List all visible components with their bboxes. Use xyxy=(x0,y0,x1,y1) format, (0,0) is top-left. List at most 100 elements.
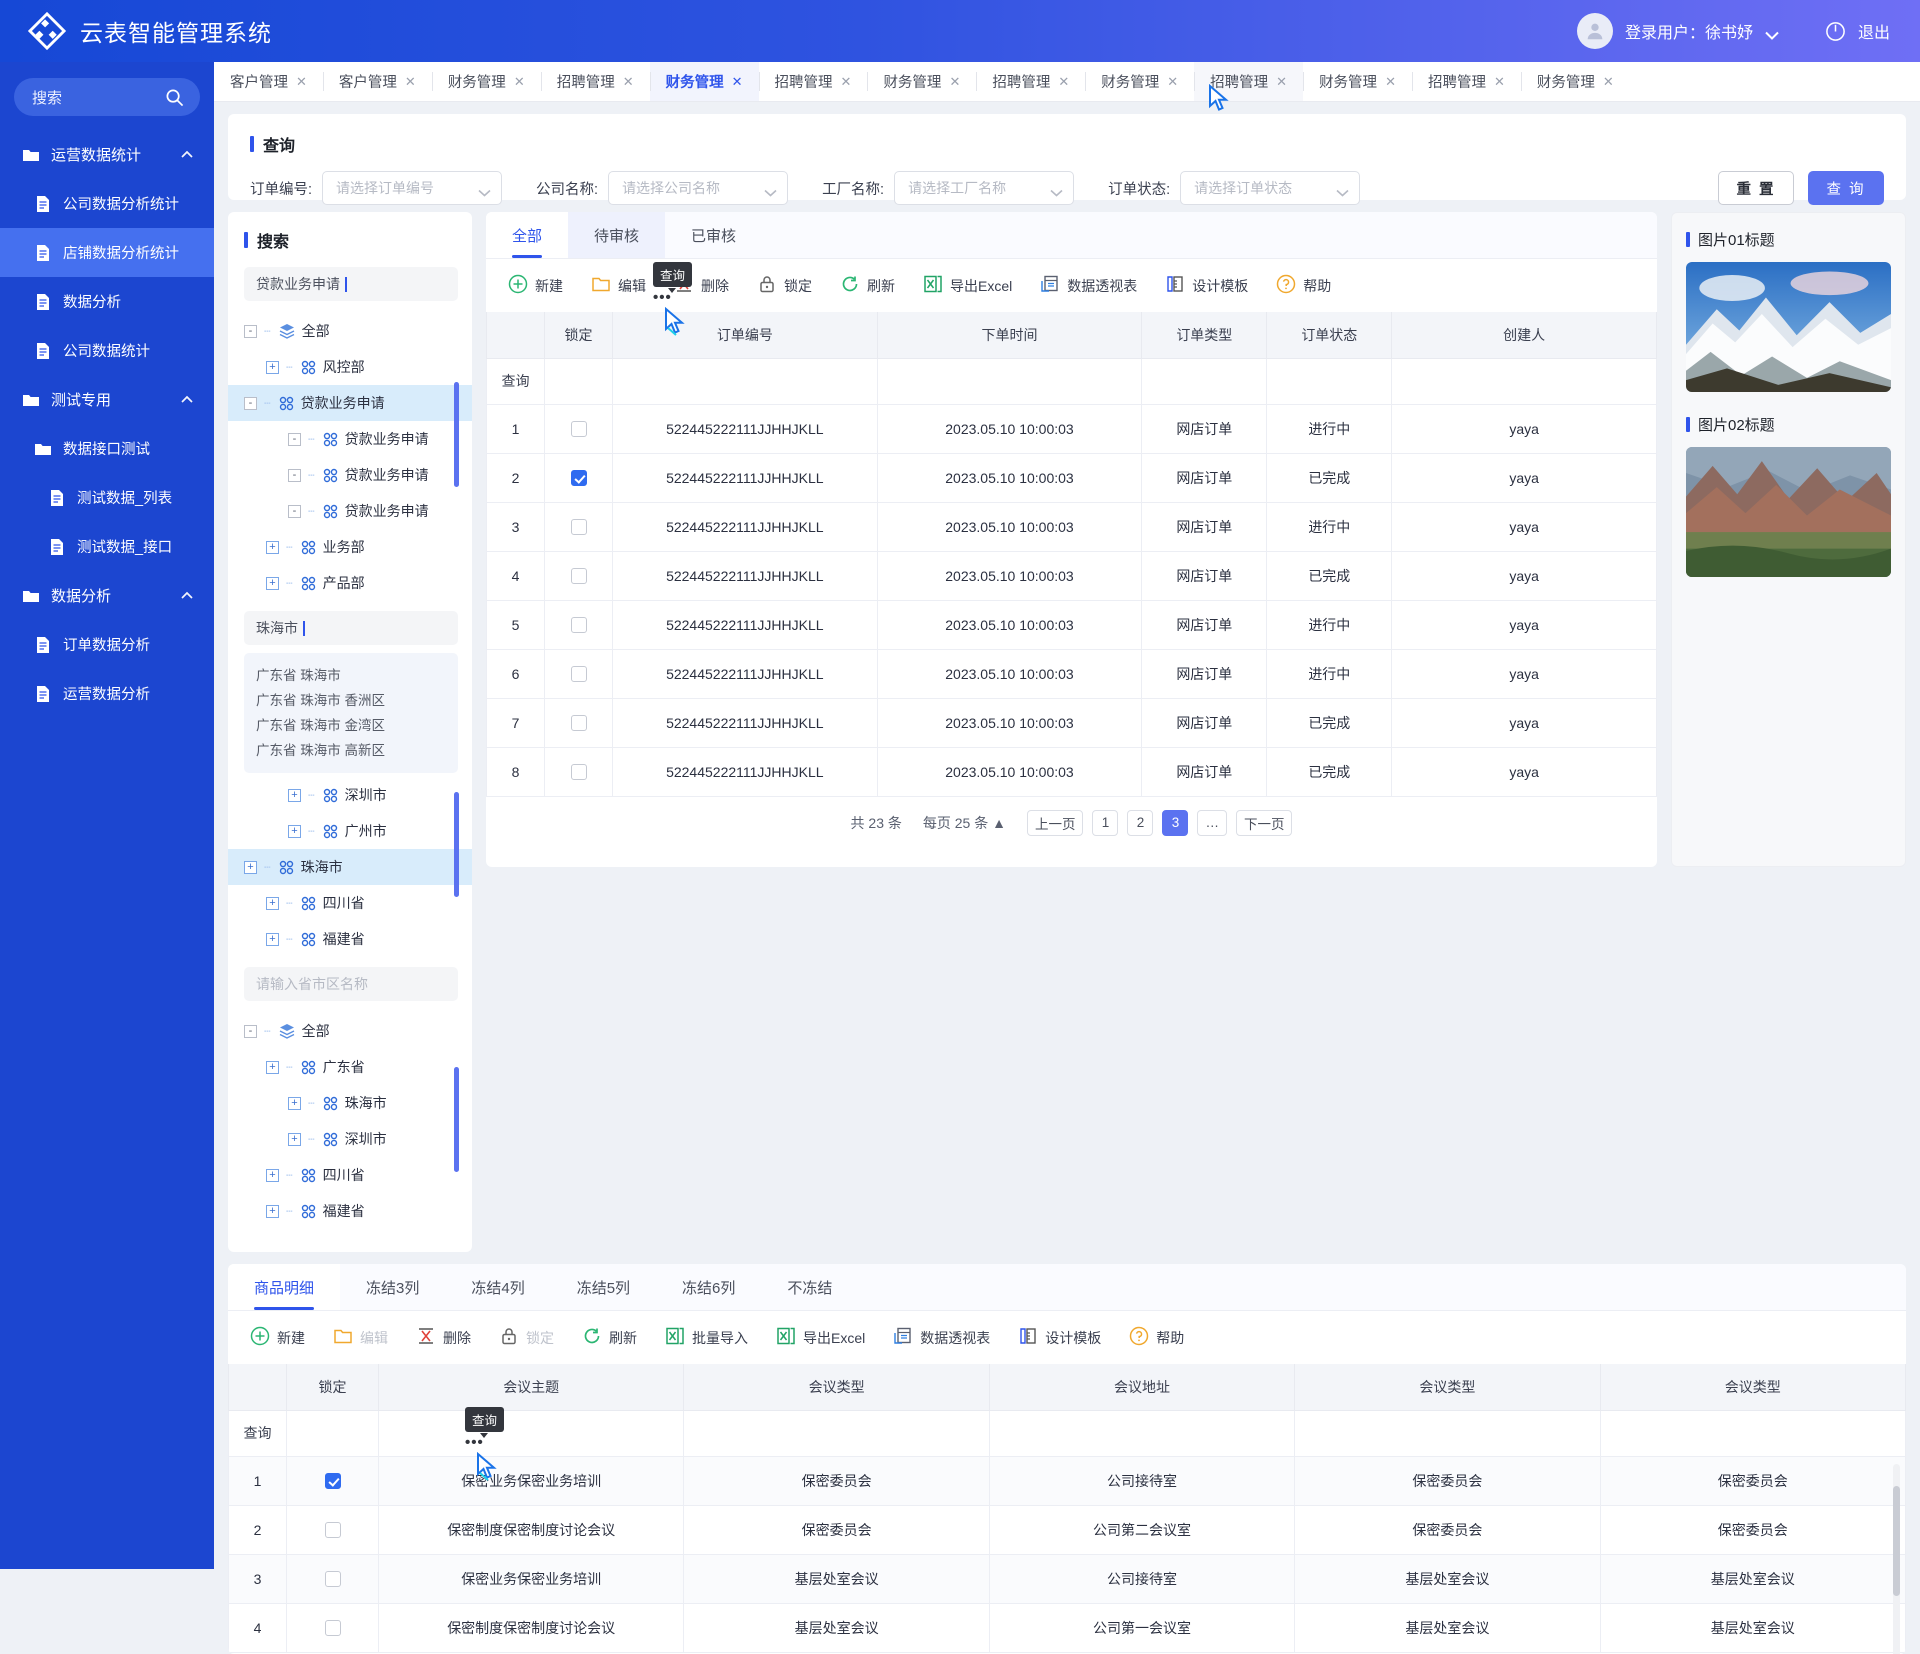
tree-node[interactable]: + ┄ 广东省 xyxy=(244,1049,458,1085)
pager-page-…[interactable]: … xyxy=(1197,809,1227,836)
search-suggestion-list[interactable]: 广东省 珠海市 广东省 珠海市 香洲区 广东省 珠海市 金湾区 广东省 珠海市 … xyxy=(244,653,458,773)
tree-toggle-icon[interactable]: - xyxy=(288,468,301,482)
lock-checkbox[interactable] xyxy=(570,666,587,683)
pager-page-2[interactable]: 2 xyxy=(1127,809,1154,836)
row-checkbox-cell[interactable] xyxy=(544,746,613,797)
sidebar-item-1[interactable]: 公司数据分析统计 xyxy=(0,179,214,228)
lock-checkbox[interactable] xyxy=(324,1620,341,1637)
query-cell[interactable] xyxy=(1391,357,1657,405)
sidebar-item-7[interactable]: 测试数据_列表 xyxy=(0,473,214,522)
panel-tab-4[interactable]: 冻结6列 xyxy=(656,1264,761,1310)
tree-toggle-icon[interactable]: + xyxy=(266,1168,279,1182)
toolbar-刷新[interactable]: 刷新 xyxy=(582,1326,637,1349)
tree-node[interactable]: + ┄ 珠海市 xyxy=(244,1085,458,1121)
tree-toggle-icon[interactable]: + xyxy=(266,896,279,910)
tree-scrollbar-2[interactable] xyxy=(454,792,459,897)
tab-11[interactable]: 招聘管理 ✕ xyxy=(1411,62,1521,101)
tree-search-input-1[interactable]: 贷款业务申请 xyxy=(244,267,458,301)
column-header[interactable] xyxy=(486,312,545,359)
tree-node[interactable]: - ┄ 全部 xyxy=(244,1013,458,1049)
tree-node[interactable]: + ┄ 产品部 xyxy=(244,565,458,601)
toolbar-数据透视表[interactable]: 数据透视表 xyxy=(893,1326,990,1349)
toolbar-导出Excel[interactable]: 导出Excel xyxy=(923,274,1012,297)
sidebar-item-2[interactable]: 店铺数据分析统计 xyxy=(0,228,214,277)
chevron-up-icon[interactable] xyxy=(180,148,194,162)
sidebar-item-10[interactable]: 订单数据分析 xyxy=(0,620,214,669)
column-header[interactable]: 订单编号 xyxy=(612,312,878,359)
tree-node[interactable]: - ┄ 贷款业务申请 xyxy=(244,421,458,457)
lock-checkbox[interactable] xyxy=(570,470,587,487)
panel-tab-2[interactable]: 冻结4列 xyxy=(445,1264,550,1310)
tree-node[interactable]: - ┄ 贷款业务申请 xyxy=(244,493,458,529)
chevron-up-icon[interactable] xyxy=(180,589,194,603)
tree-scrollbar-3[interactable] xyxy=(454,1067,459,1172)
column-header[interactable]: 会议类型 xyxy=(683,1364,990,1411)
query-button[interactable]: 查 询 xyxy=(1808,171,1884,205)
pager-page-3[interactable]: 3 xyxy=(1162,809,1189,836)
lock-checkbox[interactable] xyxy=(570,568,587,585)
tree-toggle-icon[interactable]: + xyxy=(244,860,257,874)
column-header[interactable]: 锁定 xyxy=(286,1364,379,1411)
tree-node[interactable]: - ┄ 贷款业务申请 xyxy=(228,385,472,421)
close-icon[interactable]: ✕ xyxy=(1603,74,1614,90)
tree-search-input-3[interactable]: 请输入省市区名称 xyxy=(244,967,458,1001)
panel-tab-2[interactable]: 已审核 xyxy=(665,212,762,258)
column-header[interactable]: 订单类型 xyxy=(1141,312,1268,359)
tree-node[interactable]: + ┄ 深圳市 xyxy=(244,1121,458,1157)
pager-next[interactable]: 下一页 xyxy=(1235,809,1293,836)
tree-node[interactable]: + ┄ 福建省 xyxy=(244,921,458,957)
suggestion-item[interactable]: 广东省 珠海市 香洲区 xyxy=(256,688,446,713)
table-row[interactable]: 4 522445222111JJHHJKLL 2023.05.10 10:00:… xyxy=(486,550,1657,601)
toolbar-刷新[interactable]: 刷新 xyxy=(840,274,895,297)
tree-toggle-icon[interactable]: - xyxy=(288,504,301,518)
row-checkbox-cell[interactable] xyxy=(544,452,613,503)
tab-1[interactable]: 客户管理 ✕ xyxy=(322,62,432,101)
table-row[interactable]: 3 保密业务保密业务培训 基层处室会议 公司接待室 基层处室会议 基层处室会议 xyxy=(228,1553,1906,1604)
lock-checkbox[interactable] xyxy=(570,764,587,781)
tab-5[interactable]: 招聘管理 ✕ xyxy=(758,62,868,101)
table-row[interactable]: 6 522445222111JJHHJKLL 2023.05.10 10:00:… xyxy=(486,648,1657,699)
pager-per-page[interactable]: 每页 25 条 ▲ xyxy=(923,813,1006,833)
toolbar-批量导入[interactable]: 批量导入 xyxy=(665,1326,748,1349)
column-header[interactable] xyxy=(228,1364,287,1411)
query-field-select[interactable]: 请选择公司名称 xyxy=(608,171,789,205)
lock-checkbox[interactable] xyxy=(324,1522,341,1539)
table-row[interactable]: 1 保密业务保密业务培训 保密委员会 公司接待室 保密委员会 保密委员会 xyxy=(228,1455,1906,1506)
row-checkbox-cell[interactable] xyxy=(544,697,613,748)
column-header[interactable]: 锁定 xyxy=(544,312,613,359)
query-field-select[interactable]: 请选择工厂名称 xyxy=(894,171,1075,205)
query-more-button[interactable]: ••• xyxy=(653,289,672,306)
tab-3[interactable]: 招聘管理 ✕ xyxy=(540,62,650,101)
tree-toggle-icon[interactable]: + xyxy=(288,1096,301,1110)
close-icon[interactable]: ✕ xyxy=(296,74,307,90)
lock-checkbox[interactable] xyxy=(570,421,587,438)
row-checkbox-cell[interactable] xyxy=(286,1504,379,1555)
tree-toggle-icon[interactable]: + xyxy=(288,788,301,802)
toolbar-锁定[interactable]: 锁定 xyxy=(757,274,812,297)
query-cell[interactable] xyxy=(1599,1409,1906,1457)
suggestion-item[interactable]: 广东省 珠海市 xyxy=(256,663,446,688)
query-cell[interactable] xyxy=(544,357,613,405)
tree-toggle-icon[interactable]: + xyxy=(288,1132,301,1146)
column-header[interactable]: 创建人 xyxy=(1391,312,1657,359)
table-row[interactable]: 3 522445222111JJHHJKLL 2023.05.10 10:00:… xyxy=(486,501,1657,552)
query-field-select[interactable]: 请选择订单状态 xyxy=(1180,171,1361,205)
tab-10[interactable]: 财务管理 ✕ xyxy=(1303,62,1412,101)
column-header[interactable]: 会议地址 xyxy=(988,1364,1296,1411)
tree-toggle-icon[interactable]: - xyxy=(288,432,301,446)
tab-12[interactable]: 财务管理 ✕ xyxy=(1520,62,1630,101)
table-row[interactable]: 2 522445222111JJHHJKLL 2023.05.10 10:00:… xyxy=(486,452,1657,503)
reset-button[interactable]: 重 置 xyxy=(1718,171,1794,205)
close-icon[interactable]: ✕ xyxy=(405,74,416,90)
tab-2[interactable]: 财务管理 ✕ xyxy=(431,62,541,101)
table-row[interactable]: 4 保密制度保密制度讨论会议 基层处室会议 公司第一会议室 基层处室会议 基层处… xyxy=(228,1602,1906,1653)
sidebar-search[interactable]: 搜索 xyxy=(14,78,200,116)
row-checkbox-cell[interactable] xyxy=(544,550,613,601)
close-icon[interactable]: ✕ xyxy=(514,74,525,90)
table-row[interactable]: 5 522445222111JJHHJKLL 2023.05.10 10:00:… xyxy=(486,599,1657,650)
tree-node[interactable]: + ┄ 四川省 xyxy=(244,1157,458,1193)
tree-scrollbar-1[interactable] xyxy=(454,382,459,487)
query-cell[interactable] xyxy=(1266,357,1393,405)
pager-page-1[interactable]: 1 xyxy=(1092,809,1119,836)
close-icon[interactable]: ✕ xyxy=(623,74,634,90)
